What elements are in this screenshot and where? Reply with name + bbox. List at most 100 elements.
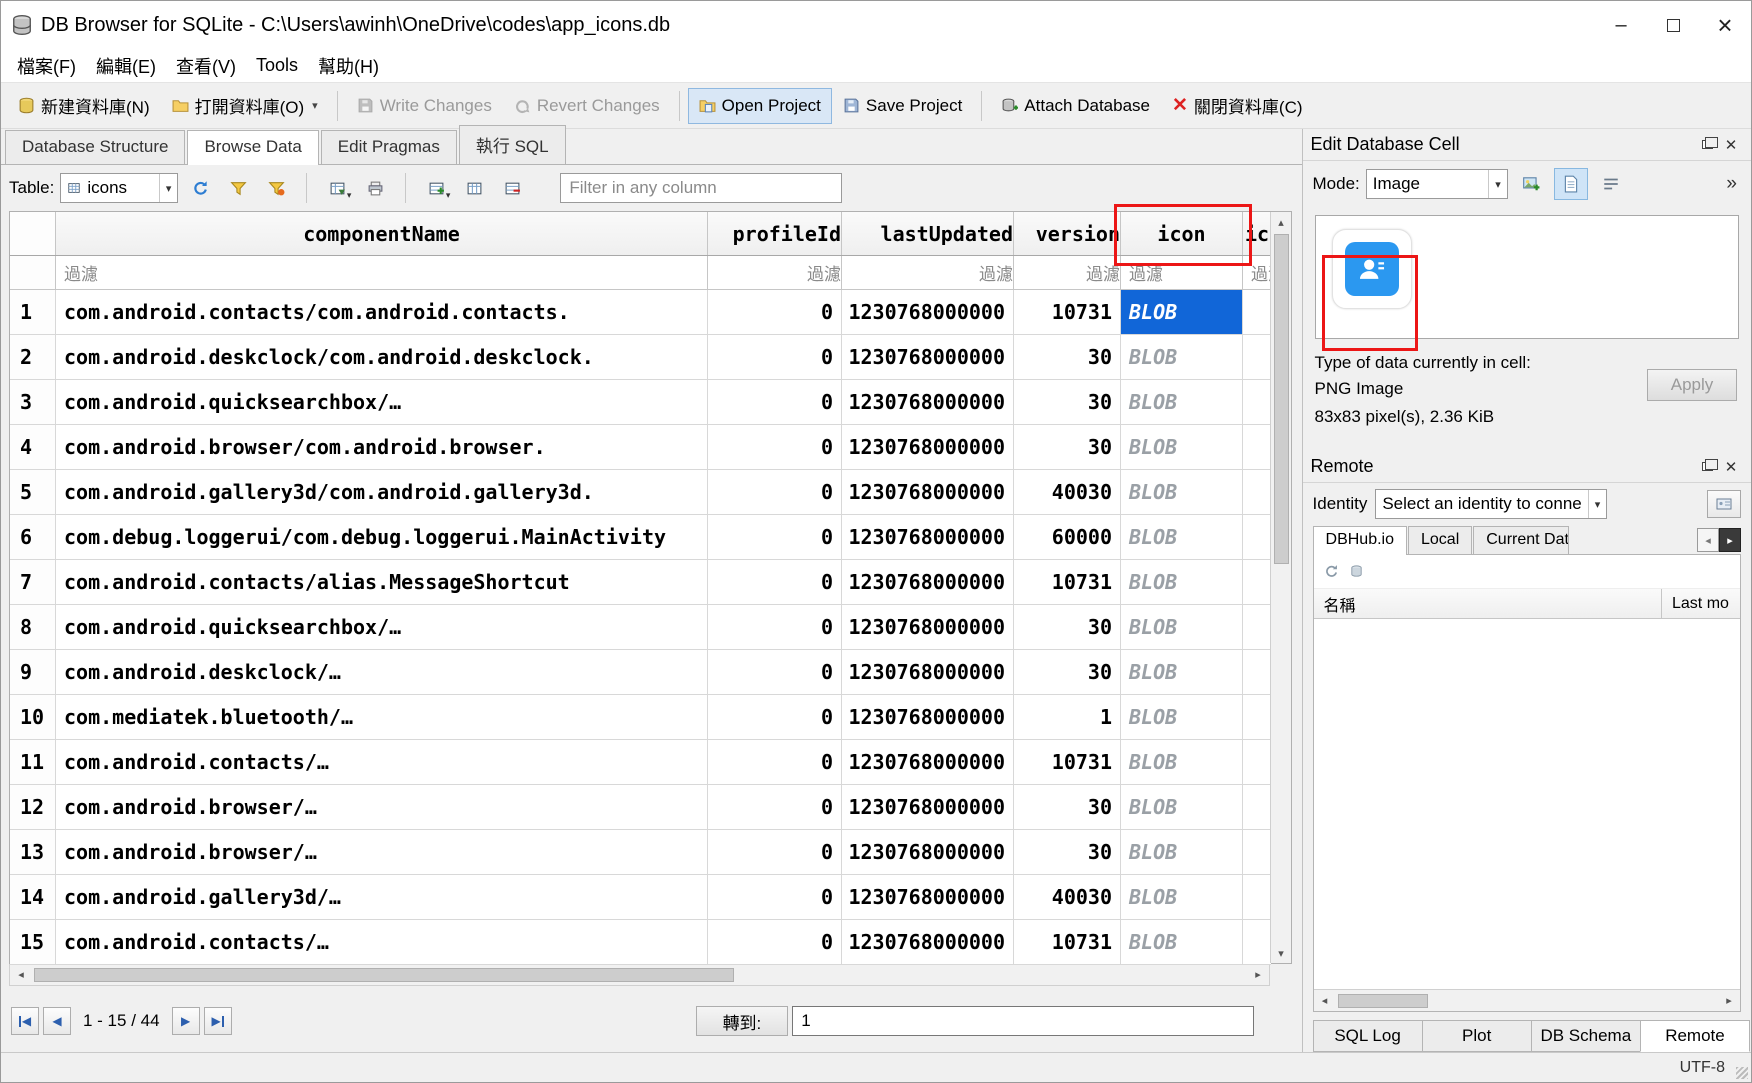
cell-name[interactable]: com.android.quicksearchbox/… [56, 380, 708, 424]
tab-scroll-left-icon[interactable]: ◂ [1697, 528, 1719, 552]
tab-remote[interactable]: Remote [1640, 1020, 1750, 1052]
cell-profile[interactable]: 0 [708, 290, 842, 334]
insert-record-dropdown-icon[interactable]: ▾ [446, 190, 451, 201]
mode-select[interactable]: Image ▾ [1366, 169, 1508, 199]
cell-version[interactable]: 30 [1014, 425, 1121, 469]
identity-settings-button[interactable] [1707, 490, 1741, 518]
minimize-button[interactable]: – [1595, 1, 1647, 49]
cell-extra[interactable] [1243, 560, 1271, 604]
remote-column-name[interactable]: 名稱 [1314, 589, 1662, 618]
cell-num[interactable]: 12 [10, 785, 56, 829]
column-header-profileid[interactable]: profileId [708, 212, 842, 255]
cell-updated[interactable]: 1230768000000 [842, 830, 1014, 874]
new-database-button[interactable]: 新建資料庫(N) [7, 85, 161, 126]
previous-record-button[interactable]: ◀ [43, 1007, 71, 1035]
remote-scroll-left-icon[interactable]: ◂ [1314, 990, 1336, 1011]
insert-record-button[interactable]: ▾ [420, 172, 452, 204]
column-header-lastupdated[interactable]: lastUpdated [842, 212, 1014, 255]
cell-icon[interactable]: BLOB [1121, 785, 1243, 829]
cell-version[interactable]: 30 [1014, 380, 1121, 424]
cell-profile[interactable]: 0 [708, 920, 842, 964]
save-results-dropdown-icon[interactable]: ▾ [347, 190, 352, 201]
horizontal-scrollbar[interactable]: ◂ ▸ [9, 964, 1270, 986]
tab-edit-pragmas[interactable]: Edit Pragmas [321, 130, 457, 164]
cell-extra[interactable] [1243, 335, 1271, 379]
cell-num[interactable]: 6 [10, 515, 56, 559]
apply-button[interactable]: Apply [1647, 369, 1737, 401]
cell-updated[interactable]: 1230768000000 [842, 470, 1014, 514]
import-data-button[interactable] [1514, 168, 1548, 200]
cell-icon[interactable]: BLOB [1121, 650, 1243, 694]
cell-version[interactable]: 40030 [1014, 875, 1121, 919]
refresh-button[interactable] [184, 172, 216, 204]
cell-extra[interactable] [1243, 920, 1271, 964]
horizontal-scrollbar-thumb[interactable] [34, 968, 734, 982]
cell-name[interactable]: com.android.gallery3d/… [56, 875, 708, 919]
tab-plot[interactable]: Plot [1422, 1020, 1532, 1052]
cell-version[interactable]: 30 [1014, 830, 1121, 874]
cell-profile[interactable]: 0 [708, 470, 842, 514]
cell-num[interactable]: 10 [10, 695, 56, 739]
cell-name[interactable]: com.android.contacts/… [56, 920, 708, 964]
table-row[interactable]: 8com.android.quicksearchbox/…01230768000… [10, 605, 1271, 650]
table-row[interactable]: 12com.android.browser/…0123076800000030B… [10, 785, 1271, 830]
cell-icon[interactable]: BLOB [1121, 335, 1243, 379]
cell-profile[interactable]: 0 [708, 335, 842, 379]
word-wrap-button[interactable] [1594, 168, 1628, 200]
cell-profile[interactable]: 0 [708, 740, 842, 784]
cell-name[interactable]: com.android.browser/… [56, 785, 708, 829]
clear-filters-button[interactable] [260, 172, 292, 204]
cell-profile[interactable]: 0 [708, 650, 842, 694]
tab-execute-sql[interactable]: 執行 SQL [459, 125, 566, 164]
cell-updated[interactable]: 1230768000000 [842, 605, 1014, 649]
cell-name[interactable]: com.android.contacts/… [56, 740, 708, 784]
cell-profile[interactable]: 0 [708, 380, 842, 424]
cell-version[interactable]: 10731 [1014, 740, 1121, 784]
open-database-dropdown-icon[interactable]: ▾ [312, 99, 318, 112]
filter-cell-version[interactable]: 過濾 [1014, 256, 1121, 289]
table-row[interactable]: 11com.android.contacts/…0123076800000010… [10, 740, 1271, 785]
cell-name[interactable]: com.android.contacts/alias.MessageShortc… [56, 560, 708, 604]
save-project-button[interactable]: Save Project [832, 88, 973, 124]
cell-version[interactable]: 60000 [1014, 515, 1121, 559]
remote-scrollbar-thumb[interactable] [1338, 994, 1428, 1008]
cell-updated[interactable]: 1230768000000 [842, 515, 1014, 559]
cell-num[interactable]: 2 [10, 335, 56, 379]
cell-num[interactable]: 8 [10, 605, 56, 649]
menu-help[interactable]: 幫助(H) [308, 49, 389, 83]
table-row[interactable]: 4com.android.browser/com.android.browser… [10, 425, 1271, 470]
table-row[interactable]: 6com.debug.loggerui/com.debug.loggerui.M… [10, 515, 1271, 560]
cell-icon[interactable]: BLOB [1121, 740, 1243, 784]
cell-name[interactable]: com.android.gallery3d/com.android.galler… [56, 470, 708, 514]
cell-extra[interactable] [1243, 425, 1271, 469]
cell-version[interactable]: 10731 [1014, 560, 1121, 604]
cell-profile[interactable]: 0 [708, 605, 842, 649]
column-header-icon[interactable]: icon [1121, 212, 1243, 255]
cell-extra[interactable] [1243, 515, 1271, 559]
cell-updated[interactable]: 1230768000000 [842, 560, 1014, 604]
table-row[interactable]: 9com.android.deskclock/…0123076800000030… [10, 650, 1271, 695]
scroll-left-icon[interactable]: ◂ [10, 964, 32, 985]
cell-profile[interactable]: 0 [708, 515, 842, 559]
cell-icon[interactable]: BLOB [1121, 380, 1243, 424]
remote-close-button[interactable]: ✕ [1719, 456, 1743, 478]
cell-updated[interactable]: 1230768000000 [842, 920, 1014, 964]
cell-extra[interactable] [1243, 830, 1271, 874]
open-project-button[interactable]: Open Project [688, 88, 832, 124]
column-header-componentname[interactable]: componentName [56, 212, 708, 255]
filter-cell-componentname[interactable]: 過濾 [56, 256, 708, 289]
tab-sql-log[interactable]: SQL Log [1313, 1020, 1423, 1052]
tab-browse-data[interactable]: Browse Data [187, 130, 318, 165]
cell-icon[interactable]: BLOB [1121, 470, 1243, 514]
cell-icon[interactable]: BLOB [1121, 425, 1243, 469]
tab-db-schema[interactable]: DB Schema [1531, 1020, 1641, 1052]
cell-extra[interactable] [1243, 605, 1271, 649]
cell-num[interactable]: 13 [10, 830, 56, 874]
table-row[interactable]: 5com.android.gallery3d/com.android.galle… [10, 470, 1271, 515]
cell-profile[interactable]: 0 [708, 560, 842, 604]
write-changes-button[interactable]: Write Changes [346, 88, 503, 124]
column-header-overflow[interactable]: ic [1243, 212, 1271, 255]
resize-grip[interactable] [1736, 1067, 1748, 1079]
remote-scroll-right-icon[interactable]: ▸ [1718, 990, 1740, 1011]
cell-version[interactable]: 30 [1014, 650, 1121, 694]
